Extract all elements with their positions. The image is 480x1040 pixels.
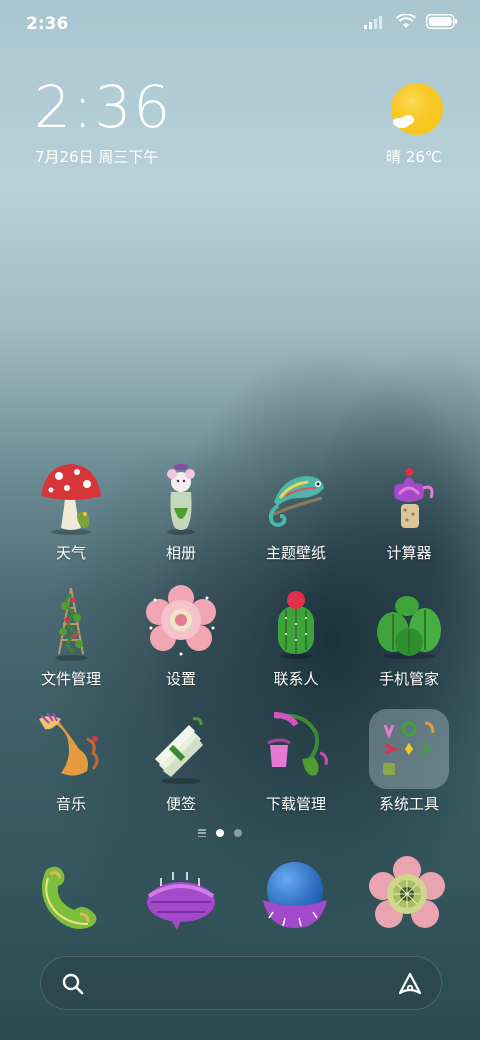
assistant-icon[interactable] bbox=[397, 971, 423, 997]
app-gallery[interactable]: 相册 bbox=[131, 458, 231, 563]
cactus-cluster-security-icon bbox=[377, 596, 441, 659]
chameleon-theme-icon bbox=[268, 476, 324, 527]
app-label: 音乐 bbox=[55, 795, 86, 813]
browser-globe-icon[interactable] bbox=[255, 856, 335, 936]
messages-icon[interactable] bbox=[141, 856, 221, 936]
app-list-indicator-icon bbox=[198, 829, 206, 837]
app-label: 设置 bbox=[165, 670, 196, 688]
page-dot-1 bbox=[216, 829, 224, 837]
search-icon[interactable] bbox=[61, 972, 85, 996]
app-label: 天气 bbox=[55, 544, 86, 562]
app-music[interactable]: 音乐 bbox=[21, 709, 121, 814]
weather-condition: 晴 bbox=[386, 148, 402, 166]
app-label: 文件管理 bbox=[40, 670, 101, 688]
app-label: 联系人 bbox=[273, 670, 319, 688]
app-label: 系统工具 bbox=[378, 795, 439, 813]
page-indicator[interactable] bbox=[198, 829, 242, 837]
app-settings[interactable]: 设置 bbox=[131, 584, 231, 689]
horn-music-icon bbox=[39, 712, 99, 776]
mushroom-weather-icon bbox=[41, 464, 101, 535]
bundle-notes-icon bbox=[155, 717, 203, 784]
app-security[interactable]: 手机管家 bbox=[359, 584, 459, 689]
clock-date: 7月26日 周三下午 bbox=[35, 148, 159, 166]
app-label: 便签 bbox=[165, 795, 196, 813]
app-contacts[interactable]: 联系人 bbox=[246, 584, 346, 689]
sunny-cloud-icon[interactable] bbox=[390, 82, 444, 136]
app-notes[interactable]: 便签 bbox=[131, 709, 231, 814]
weather-temperature: 26℃ bbox=[405, 148, 442, 166]
app-calculator[interactable]: 计算器 bbox=[359, 458, 459, 563]
app-weather[interactable]: 天气 bbox=[21, 458, 121, 563]
signal-icon bbox=[364, 15, 382, 29]
cactus-contacts-icon bbox=[278, 591, 314, 659]
vine-trellis-files-icon bbox=[55, 587, 87, 661]
pink-flower-settings-icon bbox=[146, 585, 216, 656]
folder-system-tools[interactable]: 系统工具 bbox=[359, 709, 459, 814]
app-label: 计算器 bbox=[386, 544, 432, 562]
camera-flower-icon[interactable] bbox=[367, 856, 447, 936]
app-themes[interactable]: 主题壁纸 bbox=[246, 458, 346, 563]
app-label: 下载管理 bbox=[265, 795, 326, 813]
wifi-icon bbox=[396, 14, 416, 28]
phone-icon[interactable] bbox=[30, 856, 110, 936]
battery-icon bbox=[426, 14, 457, 29]
purple-flower-calculator-icon bbox=[394, 468, 434, 528]
app-label: 主题壁纸 bbox=[265, 544, 326, 562]
mouse-vase-gallery-icon bbox=[167, 464, 195, 535]
app-label: 手机管家 bbox=[378, 670, 439, 688]
app-downloads[interactable]: 下载管理 bbox=[246, 709, 346, 814]
status-icons bbox=[364, 14, 458, 29]
weather-summary: 晴 26℃ bbox=[386, 146, 442, 167]
app-label: 相册 bbox=[165, 544, 196, 562]
status-bar: 2:36 bbox=[0, 0, 480, 50]
app-file-manager[interactable]: 文件管理 bbox=[21, 584, 121, 689]
folder-system-tools-icon bbox=[383, 721, 435, 775]
status-time: 2:36 bbox=[26, 14, 69, 34]
pitcher-plant-download-icon bbox=[267, 712, 328, 776]
search-bar[interactable] bbox=[40, 956, 442, 1010]
page-dot-2 bbox=[234, 829, 242, 837]
clock-time[interactable]: 2:36 bbox=[34, 78, 172, 136]
